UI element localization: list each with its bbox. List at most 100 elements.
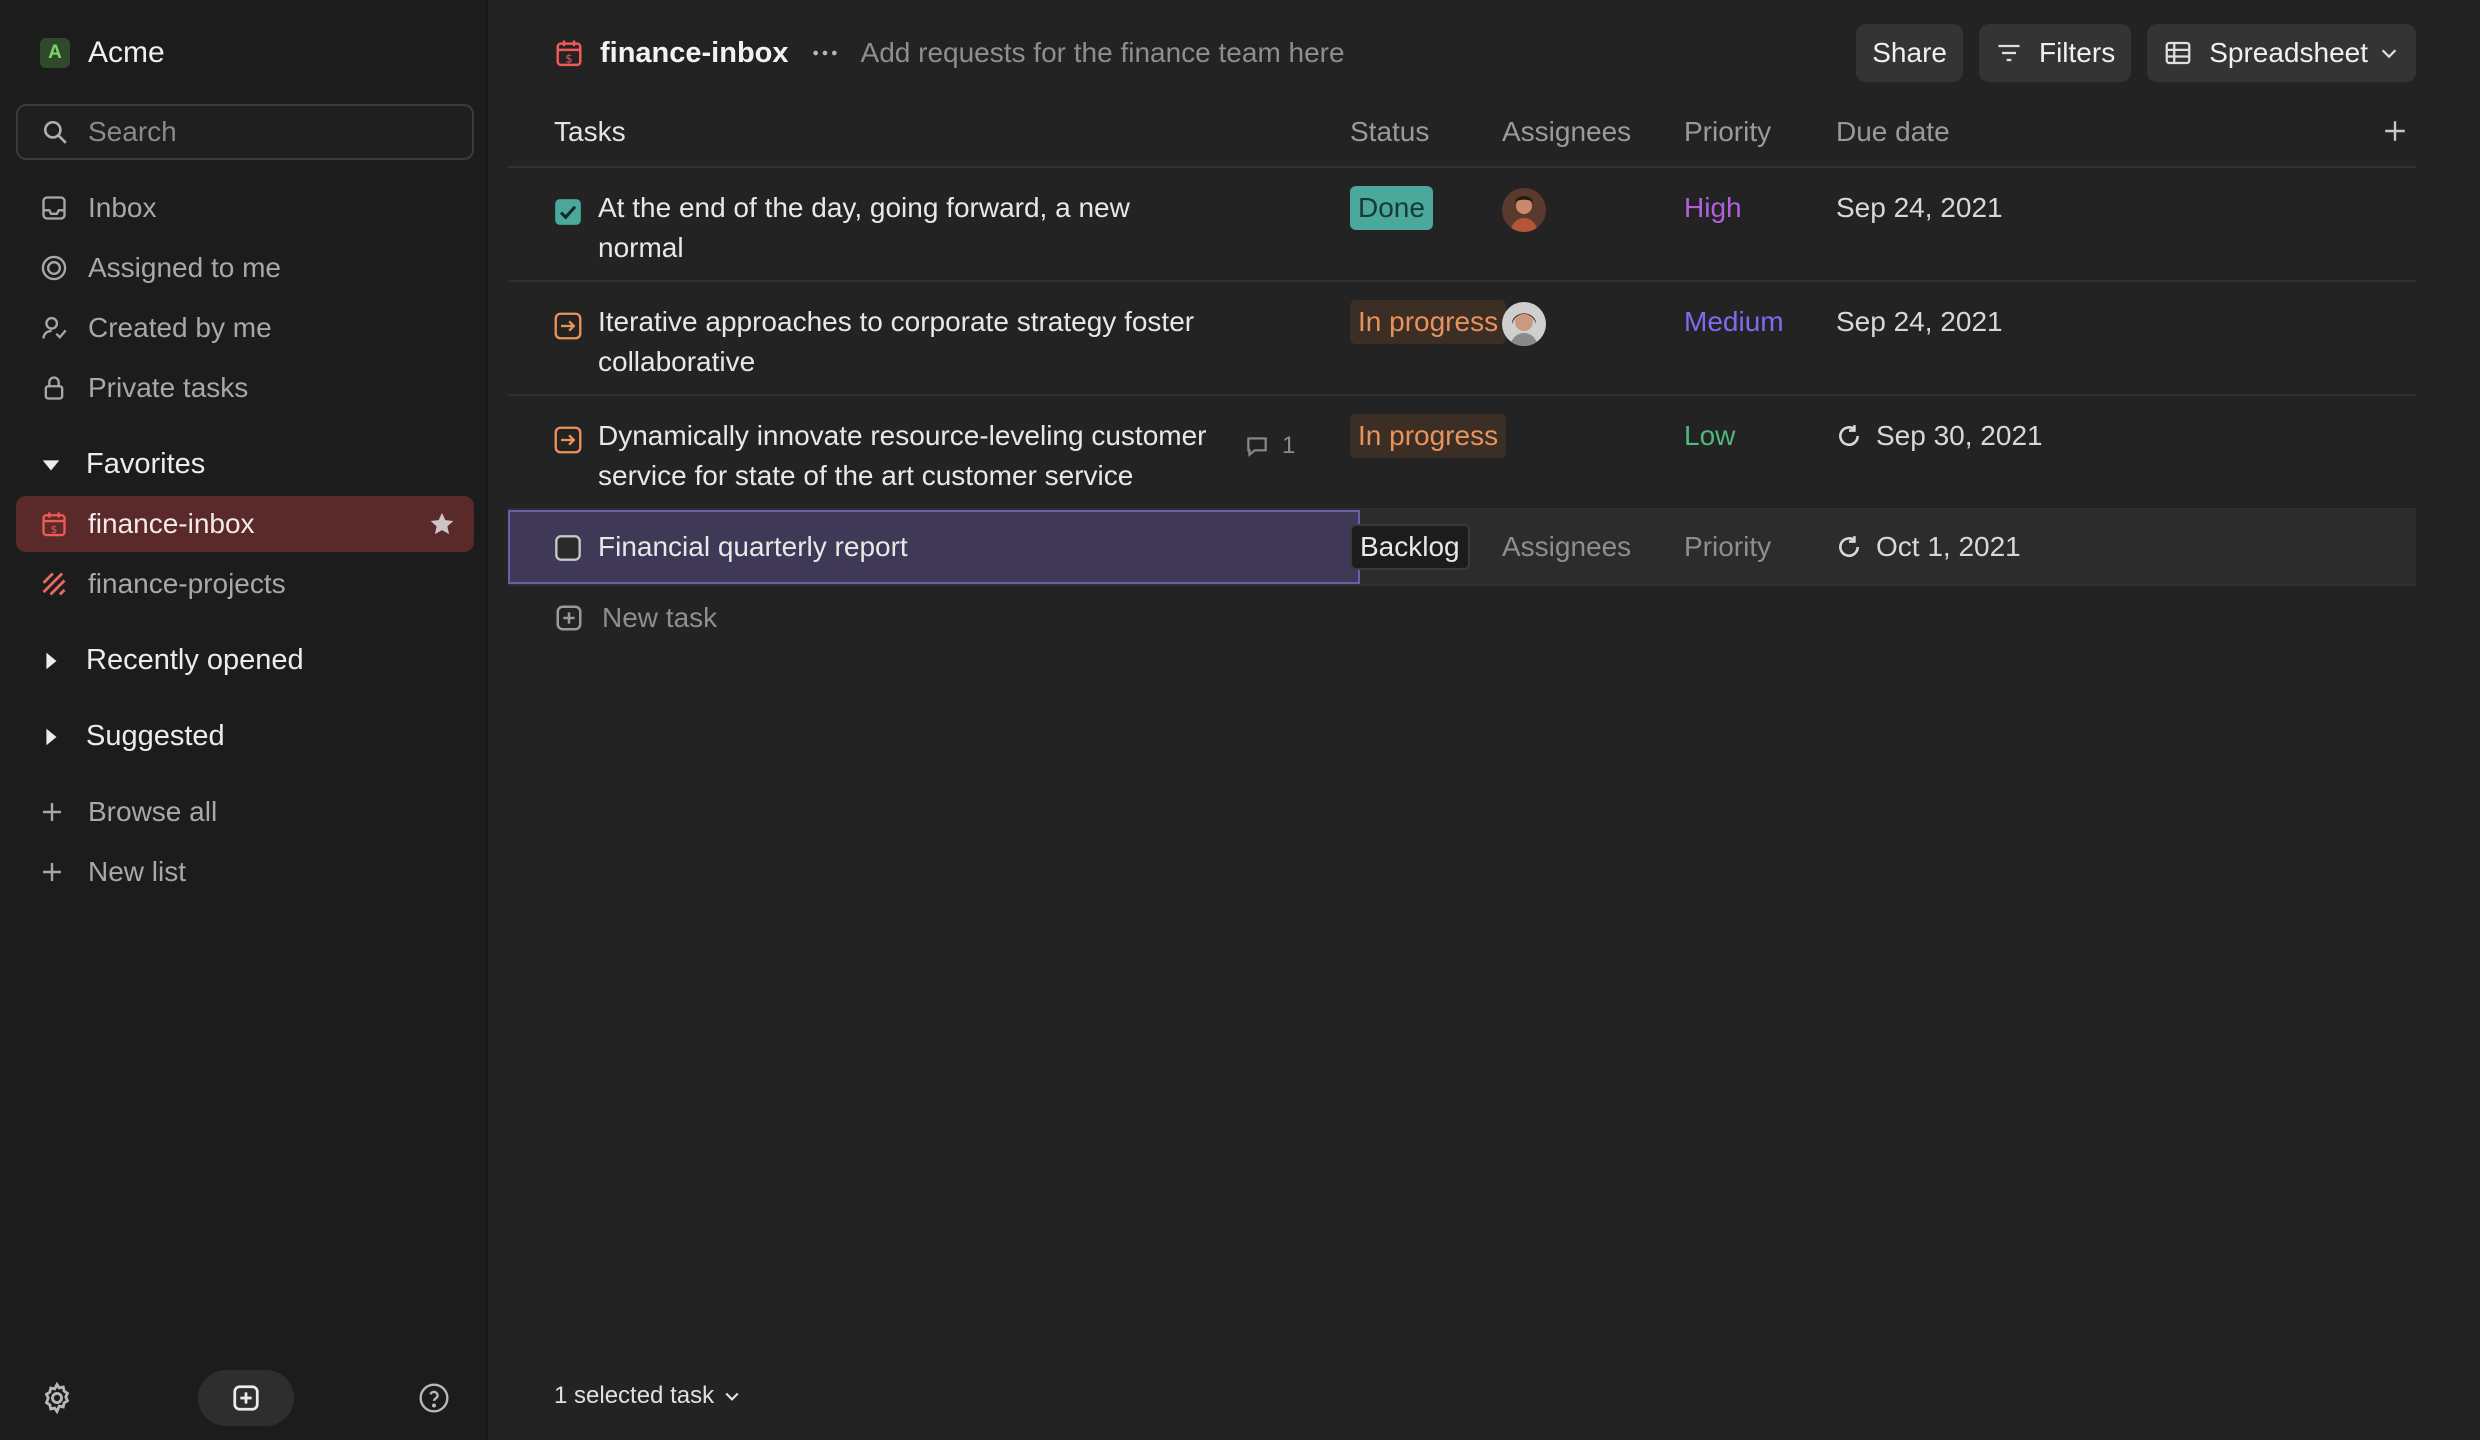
workspace-name: Acme — [88, 36, 165, 69]
lock-icon — [44, 376, 64, 400]
user-icon — [42, 316, 67, 340]
plus-icon — [43, 863, 61, 881]
list-title[interactable]: finance-inbox — [600, 37, 789, 70]
new-task-button[interactable]: New task — [554, 602, 717, 634]
sidebar-footer — [0, 1356, 488, 1440]
sidebar-item-created[interactable]: Created by me — [16, 300, 474, 356]
sidebar-item-label: Inbox — [88, 192, 157, 223]
status-badge[interactable]: In progress — [1350, 414, 1507, 458]
new-list-button[interactable]: New list — [16, 844, 474, 900]
suggested-label: Suggested — [86, 720, 225, 752]
task-table: Tasks Status Assignees Priority Due date… — [508, 106, 2416, 586]
new-task-label: New task — [602, 602, 718, 633]
priority-value[interactable]: Medium — [1684, 302, 1784, 342]
sidebar-item-label: Created by me — [88, 312, 272, 343]
priority-placeholder[interactable]: Priority — [1684, 527, 1771, 567]
status-badge[interactable]: Done — [1350, 186, 1433, 230]
sidebar-item-label: Private tasks — [88, 372, 249, 403]
table-row[interactable]: Dynamically innovate resource-leveling c… — [508, 396, 2416, 510]
table-header: Tasks Status Assignees Priority Due date — [508, 106, 2416, 168]
due-date[interactable]: Sep 24, 2021 — [1836, 302, 2003, 342]
inbox-icon — [42, 196, 66, 220]
help-icon[interactable] — [418, 1382, 450, 1414]
column-tasks[interactable]: Tasks — [554, 116, 626, 148]
table-row-selected[interactable]: Financial quarterly report Backlog Assig… — [508, 510, 2416, 586]
sidebar-item-finance-inbox[interactable]: $ finance-inbox — [16, 496, 474, 552]
priority-value[interactable]: High — [1684, 188, 1742, 228]
sidebar-item-inbox[interactable]: Inbox — [16, 180, 474, 236]
browse-all-label: Browse all — [88, 796, 218, 827]
view-switcher[interactable]: Spreadsheet — [2147, 24, 2416, 82]
recently-opened-label: Recently opened — [86, 644, 304, 676]
task-title[interactable]: At the end of the day, going forward, a … — [598, 188, 1218, 268]
new-list-label: New list — [88, 856, 187, 887]
assignees-placeholder[interactable]: Assignees — [1502, 527, 1631, 567]
due-date-text: Sep 24, 2021 — [1836, 192, 2003, 223]
status-badge[interactable]: In progress — [1350, 300, 1507, 344]
sidebar-item-private[interactable]: Private tasks — [16, 360, 474, 416]
comment-count[interactable]: 1 — [1244, 432, 1295, 460]
filter-icon — [1998, 44, 2020, 62]
due-date[interactable]: Sep 24, 2021 — [1836, 188, 2003, 228]
recently-opened-section[interactable]: Recently opened — [40, 644, 304, 677]
priority-value[interactable]: Low — [1684, 416, 1735, 456]
share-button[interactable]: Share — [1856, 24, 1963, 82]
favorites-section[interactable]: Favorites — [40, 448, 205, 481]
due-date[interactable]: Oct 1, 2021 — [1836, 527, 2021, 567]
table-row[interactable]: Iterative approaches to corporate strate… — [508, 282, 2416, 396]
task-title[interactable]: Financial quarterly report — [598, 527, 1218, 567]
workspace-switcher[interactable]: A Acme — [40, 36, 165, 70]
avatar-image — [1502, 302, 1546, 346]
column-priority[interactable]: Priority — [1684, 116, 1771, 148]
sidebar: A Acme Search Inbox Assigned to me Creat… — [0, 0, 488, 1440]
svg-text:$: $ — [51, 524, 58, 536]
avatar[interactable] — [1502, 188, 1546, 232]
task-title[interactable]: Dynamically innovate resource-leveling c… — [598, 416, 1218, 496]
gear-icon[interactable] — [40, 1381, 74, 1415]
sidebar-item-label: Assigned to me — [88, 252, 281, 283]
in-progress-icon[interactable] — [554, 312, 582, 340]
plus-icon — [43, 803, 61, 821]
checkbox-icon[interactable] — [554, 534, 582, 562]
main-content: $ finance-inbox Add requests for the fin… — [488, 0, 2480, 1440]
selection-summary[interactable]: 1 selected task — [554, 1382, 742, 1410]
star-icon[interactable] — [428, 510, 456, 538]
column-status[interactable]: Status — [1350, 116, 1429, 148]
stripes-icon — [42, 572, 66, 596]
calendar-dollar-icon: $ — [42, 512, 66, 537]
sidebar-item-finance-projects[interactable]: finance-projects — [16, 556, 474, 612]
browse-all-button[interactable]: Browse all — [16, 784, 474, 840]
favorites-label: Favorites — [86, 448, 206, 480]
suggested-section[interactable]: Suggested — [40, 720, 225, 753]
column-assignees[interactable]: Assignees — [1502, 116, 1631, 148]
filters-label: Filters — [2038, 37, 2116, 68]
list-description[interactable]: Add requests for the finance team here — [861, 37, 1345, 69]
in-progress-icon[interactable] — [554, 426, 582, 454]
plus-square-icon — [233, 1385, 259, 1411]
comment-icon — [1247, 437, 1267, 457]
list-header: $ finance-inbox Add requests for the fin… — [554, 22, 2416, 84]
svg-text:$: $ — [565, 52, 572, 65]
search-input[interactable]: Search — [16, 104, 474, 160]
due-date-text: Oct 1, 2021 — [1876, 531, 2021, 562]
add-column-icon[interactable] — [2382, 118, 2408, 144]
selection-label: 1 selected task — [554, 1382, 715, 1409]
recurring-icon — [1836, 423, 1862, 449]
filters-button[interactable]: Filters — [1978, 24, 2132, 82]
column-due-date[interactable]: Due date — [1836, 116, 1950, 148]
avatar-image — [1502, 188, 1546, 232]
plus-square-icon — [556, 605, 582, 631]
checkbox-checked-icon[interactable] — [554, 198, 582, 226]
search-placeholder: Search — [88, 116, 177, 147]
table-row[interactable]: At the end of the day, going forward, a … — [508, 168, 2416, 282]
due-date[interactable]: Sep 30, 2021 — [1836, 416, 2043, 456]
more-icon[interactable] — [811, 39, 839, 67]
sidebar-item-assigned[interactable]: Assigned to me — [16, 240, 474, 296]
task-title[interactable]: Iterative approaches to corporate strate… — [598, 302, 1218, 382]
status-badge[interactable]: Backlog — [1350, 524, 1470, 570]
calendar-dollar-icon: $ — [556, 40, 582, 67]
avatar[interactable] — [1502, 302, 1546, 346]
comment-count-value: 1 — [1282, 432, 1296, 459]
compose-button[interactable] — [198, 1370, 294, 1426]
workspace-badge: A — [40, 38, 70, 68]
